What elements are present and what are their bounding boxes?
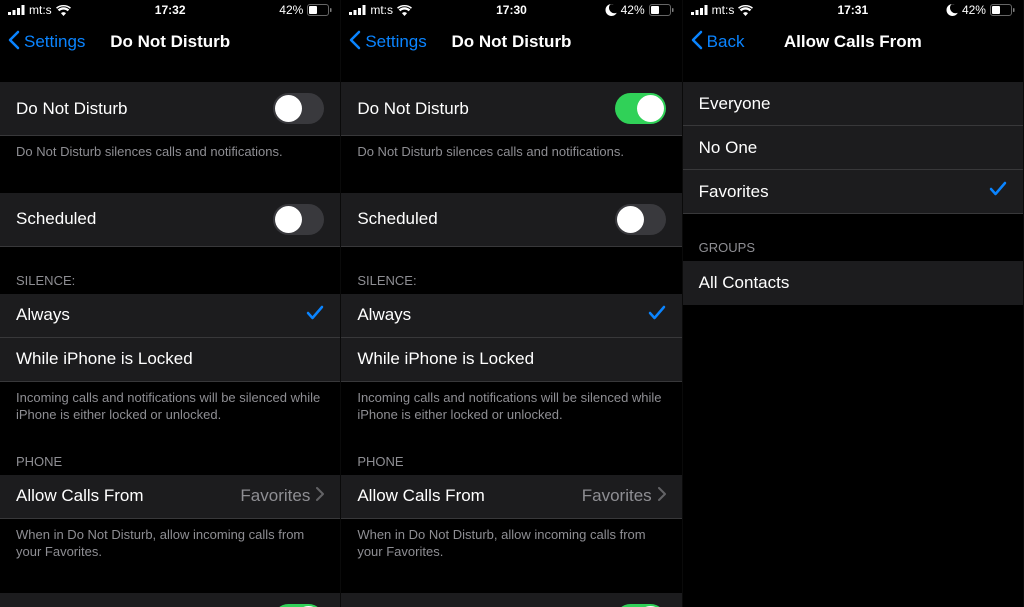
phone-header: PHONE — [341, 448, 681, 475]
option-label: No One — [699, 138, 758, 158]
moon-icon — [605, 4, 617, 16]
option-favorites[interactable]: Favorites — [683, 170, 1023, 214]
chevron-left-icon — [8, 30, 20, 55]
nav-bar: Back Allow Calls From — [683, 20, 1023, 64]
nav-back-button[interactable]: Settings — [8, 30, 85, 55]
battery-percent: 42% — [279, 3, 303, 17]
moon-icon — [946, 4, 958, 16]
battery-icon — [649, 4, 674, 16]
nav-back-label: Settings — [24, 32, 85, 52]
content: Do Not Disturb Do Not Disturb silences c… — [341, 64, 681, 607]
option-label: Everyone — [699, 94, 771, 114]
allow-calls-cell[interactable]: Allow Calls From Favorites — [0, 475, 340, 519]
nav-back-button[interactable]: Back — [691, 30, 745, 55]
scheduled-cell[interactable]: Scheduled — [341, 193, 681, 247]
dnd-toggle-cell[interactable]: Do Not Disturb — [0, 82, 340, 136]
group-all-contacts[interactable]: All Contacts — [683, 261, 1023, 305]
chevron-right-icon — [658, 486, 666, 506]
silence-locked-cell[interactable]: While iPhone is Locked — [341, 338, 681, 382]
nav-back-button[interactable]: Settings — [349, 30, 426, 55]
chevron-left-icon — [349, 30, 361, 55]
screen-allow-calls: mt:s 17:31 42% Back Allow Calls From E — [683, 0, 1024, 607]
signal-icon — [8, 5, 25, 15]
signal-icon — [349, 5, 366, 15]
scheduled-toggle[interactable] — [273, 204, 324, 235]
dnd-toggle[interactable] — [615, 93, 666, 124]
allow-calls-label: Allow Calls From — [357, 486, 485, 506]
carrier-label: mt:s — [29, 3, 52, 17]
dnd-footer: Do Not Disturb silences calls and notifi… — [0, 136, 340, 165]
carrier-label: mt:s — [712, 3, 735, 17]
status-time: 17:31 — [837, 3, 868, 17]
phone-header: PHONE — [0, 448, 340, 475]
content: Everyone No One Favorites GROUPS All Con… — [683, 64, 1023, 607]
dnd-toggle[interactable] — [273, 93, 324, 124]
battery-percent: 42% — [621, 3, 645, 17]
wifi-icon — [738, 5, 753, 16]
silence-always-label: Always — [357, 305, 411, 325]
checkmark-icon — [989, 181, 1007, 202]
silence-always-cell[interactable]: Always — [0, 294, 340, 338]
allow-calls-cell[interactable]: Allow Calls From Favorites — [341, 475, 681, 519]
status-time: 17:30 — [496, 3, 527, 17]
groups-header: GROUPS — [683, 234, 1023, 261]
status-bar: mt:s 17:31 42% — [683, 0, 1023, 20]
repeated-calls-cell[interactable]: Repeated Calls — [0, 593, 340, 607]
checkmark-icon — [648, 305, 666, 326]
checkmark-icon — [306, 305, 324, 326]
screen-dnd-on: mt:s 17:30 42% Settings Do Not Disturb — [341, 0, 682, 607]
allow-calls-footer: When in Do Not Disturb, allow incoming c… — [0, 519, 340, 565]
silence-always-label: Always — [16, 305, 70, 325]
silence-locked-label: While iPhone is Locked — [357, 349, 534, 369]
content: Do Not Disturb Do Not Disturb silences c… — [0, 64, 340, 607]
group-label: All Contacts — [699, 273, 790, 293]
scheduled-cell[interactable]: Scheduled — [0, 193, 340, 247]
option-no-one[interactable]: No One — [683, 126, 1023, 170]
battery-icon — [990, 4, 1015, 16]
silence-footer: Incoming calls and notifications will be… — [341, 382, 681, 428]
nav-back-label: Settings — [365, 32, 426, 52]
chevron-left-icon — [691, 30, 703, 55]
silence-locked-label: While iPhone is Locked — [16, 349, 193, 369]
nav-title: Do Not Disturb — [452, 32, 572, 52]
nav-title: Allow Calls From — [784, 32, 922, 52]
option-everyone[interactable]: Everyone — [683, 82, 1023, 126]
dnd-toggle-cell[interactable]: Do Not Disturb — [341, 82, 681, 136]
nav-bar: Settings Do Not Disturb — [0, 20, 340, 64]
silence-always-cell[interactable]: Always — [341, 294, 681, 338]
wifi-icon — [56, 5, 71, 16]
nav-back-label: Back — [707, 32, 745, 52]
silence-header: SILENCE: — [0, 267, 340, 294]
wifi-icon — [397, 5, 412, 16]
silence-header: SILENCE: — [341, 267, 681, 294]
option-label: Favorites — [699, 182, 769, 202]
nav-title: Do Not Disturb — [110, 32, 230, 52]
allow-calls-footer: When in Do Not Disturb, allow incoming c… — [341, 519, 681, 565]
battery-percent: 42% — [962, 3, 986, 17]
dnd-label: Do Not Disturb — [16, 99, 127, 119]
screen-dnd-off: mt:s 17:32 42% Settings Do Not Disturb D… — [0, 0, 341, 607]
dnd-footer: Do Not Disturb silences calls and notifi… — [341, 136, 681, 165]
signal-icon — [691, 5, 708, 15]
dnd-label: Do Not Disturb — [357, 99, 468, 119]
scheduled-toggle[interactable] — [615, 204, 666, 235]
scheduled-label: Scheduled — [357, 209, 437, 229]
carrier-label: mt:s — [370, 3, 393, 17]
chevron-right-icon — [316, 486, 324, 506]
status-bar: mt:s 17:30 42% — [341, 0, 681, 20]
repeated-calls-cell[interactable]: Repeated Calls — [341, 593, 681, 607]
battery-icon — [307, 4, 332, 16]
allow-calls-label: Allow Calls From — [16, 486, 144, 506]
scheduled-label: Scheduled — [16, 209, 96, 229]
status-time: 17:32 — [155, 3, 186, 17]
status-bar: mt:s 17:32 42% — [0, 0, 340, 20]
silence-footer: Incoming calls and notifications will be… — [0, 382, 340, 428]
nav-bar: Settings Do Not Disturb — [341, 20, 681, 64]
silence-locked-cell[interactable]: While iPhone is Locked — [0, 338, 340, 382]
allow-calls-value: Favorites — [582, 486, 652, 506]
allow-calls-value: Favorites — [240, 486, 310, 506]
